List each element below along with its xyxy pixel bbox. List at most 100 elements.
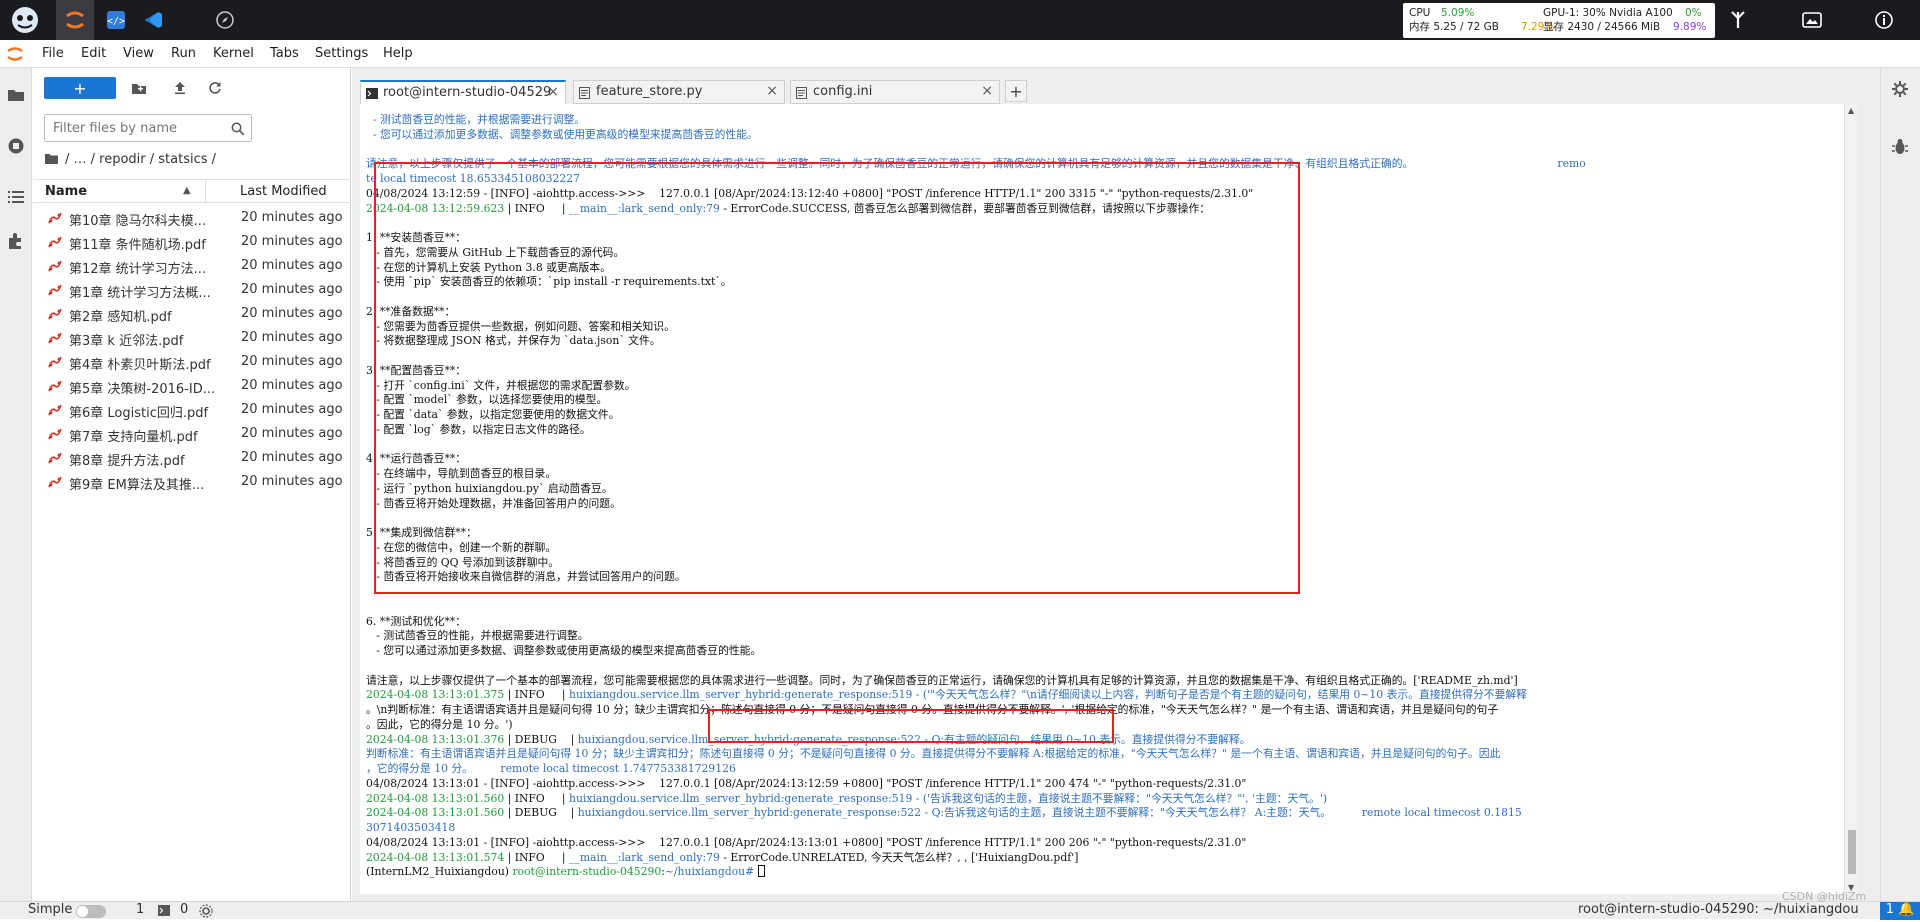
tab-label: config.ini xyxy=(813,84,873,99)
compass-icon[interactable] xyxy=(206,0,244,40)
terminal-line: (InternLM2_Huixiangdou) root@intern-stud… xyxy=(366,865,1846,880)
pdf-file-icon xyxy=(47,427,63,441)
menu-help[interactable]: Help xyxy=(383,46,413,61)
terminal-count: 1 xyxy=(136,902,145,917)
file-name: 第7章 支持向量机.pdf xyxy=(69,430,198,445)
terminal-line: 6. **测试和优化**： xyxy=(366,614,467,628)
terminal-line: 2024-04-08 13:13:01.560 | DEBUG | huixia… xyxy=(366,806,1522,820)
pdf-file-icon xyxy=(47,211,63,225)
terminal-line: 04/08/2024 13:13:01 - [INFO] -aiohttp.ac… xyxy=(366,835,1247,849)
kernel-gear-icon[interactable] xyxy=(199,904,213,922)
pdf-file-icon xyxy=(47,379,63,393)
terminal-line: 2024-04-08 13:13:01.574 | INFO | __main_… xyxy=(366,850,1079,864)
column-name-header[interactable]: Name xyxy=(45,184,87,199)
file-row[interactable]: 第4章 朴素贝叶斯法.pdf 20 minutes ago xyxy=(33,350,351,374)
cpu-value: 5.09% xyxy=(1441,7,1475,19)
extensions-icon[interactable] xyxy=(5,230,27,252)
terminal-line: ，它的得分是 10 分。 remote local timecost 1.747… xyxy=(366,762,736,775)
info-icon[interactable] xyxy=(1864,0,1904,40)
file-row[interactable]: 第8章 提升方法.pdf 20 minutes ago xyxy=(33,446,351,470)
notification-count[interactable]: 1 🔔 xyxy=(1880,902,1920,920)
breadcrumb-path[interactable]: / … / repodir / statsics / xyxy=(65,152,216,167)
terminal-line: - 您可以通过添加更多数据、调整参数或使用更高级的模型来提高茴香豆的性能。 xyxy=(366,127,758,141)
file-name: 第8章 提升方法.pdf xyxy=(69,454,185,469)
file-row[interactable]: 第12章 统计学习方法... 20 minutes ago xyxy=(33,254,351,278)
debugger-bug-icon[interactable] xyxy=(1891,138,1909,160)
fork-icon[interactable] xyxy=(1718,0,1758,40)
tab-config-ini[interactable]: config.ini × xyxy=(790,80,1000,104)
file-modified: 20 minutes ago xyxy=(241,282,343,297)
sort-up-icon: ▲ xyxy=(183,185,191,196)
pdf-file-icon xyxy=(47,451,63,465)
tab-terminal[interactable]: root@intern-studio-04529 × xyxy=(360,80,566,105)
file-row[interactable]: 第5章 决策树-2016-ID... 20 minutes ago xyxy=(33,374,351,398)
file-name: 第12章 统计学习方法... xyxy=(69,262,207,277)
intern-logo-icon[interactable] xyxy=(6,0,44,40)
file-row[interactable]: 第3章 k 近邻法.pdf 20 minutes ago xyxy=(33,326,351,350)
scrollbar-thumb[interactable] xyxy=(1848,830,1856,874)
refresh-icon[interactable] xyxy=(205,79,225,97)
file-modified: 20 minutes ago xyxy=(241,258,343,273)
pdf-file-icon xyxy=(47,403,63,417)
close-icon[interactable]: × xyxy=(547,84,559,100)
file-row[interactable]: 第9章 EM算法及其推... 20 minutes ago xyxy=(33,470,351,494)
running-kernels-icon[interactable] xyxy=(5,135,27,157)
upload-icon[interactable] xyxy=(170,79,190,97)
file-row[interactable]: 第2章 感知机.pdf 20 minutes ago xyxy=(33,302,351,326)
image-share-icon[interactable] xyxy=(1792,0,1832,40)
menu-edit[interactable]: Edit xyxy=(81,46,106,61)
vscode-web-icon[interactable]: </> xyxy=(97,0,135,40)
new-launcher-button[interactable]: + xyxy=(44,77,116,99)
column-modified-header[interactable]: Last Modified xyxy=(240,184,327,199)
file-text-icon xyxy=(796,87,807,103)
file-name: 第3章 k 近邻法.pdf xyxy=(69,334,184,349)
close-icon[interactable]: × xyxy=(766,83,778,99)
new-folder-icon[interactable] xyxy=(129,79,149,97)
file-row[interactable]: 第11章 条件随机场.pdf 20 minutes ago xyxy=(33,230,351,254)
file-name: 第6章 Logistic回归.pdf xyxy=(69,406,209,421)
kernel-count: 0 xyxy=(180,902,189,917)
close-icon[interactable]: × xyxy=(981,83,993,99)
file-filter-input[interactable] xyxy=(53,120,223,136)
terminal-scrollbar[interactable]: ▲ ▼ xyxy=(1844,104,1858,894)
folder-icon[interactable] xyxy=(5,84,27,106)
jupyter-app-icon[interactable] xyxy=(56,0,94,40)
tab-feature-store[interactable]: feature_store.py × xyxy=(573,80,785,104)
terminal-status-icon[interactable] xyxy=(158,905,170,920)
menu-settings[interactable]: Settings xyxy=(315,46,368,61)
add-tab-button[interactable]: + xyxy=(1005,80,1027,102)
menu-run[interactable]: Run xyxy=(171,46,196,61)
vscode-icon[interactable] xyxy=(135,0,173,40)
menu-file[interactable]: File xyxy=(42,46,64,61)
status-bar: Simple 1 0 root@intern-studio-045290: ~/… xyxy=(0,890,1920,922)
simple-mode-toggle[interactable] xyxy=(76,905,106,918)
terminal-output[interactable]: - 测试茴香豆的性能，并根据需要进行调整。 - 您可以通过添加更多数据、调整参数… xyxy=(360,104,1858,894)
file-modified: 20 minutes ago xyxy=(241,354,343,369)
table-of-contents-icon[interactable] xyxy=(5,186,27,208)
terminal-line: - 您可以通过添加更多数据、调整参数或使用更高级的模型来提高茴香豆的性能。 xyxy=(366,644,762,657)
file-row[interactable]: 第1章 统计学习方法概... 20 minutes ago xyxy=(33,278,351,302)
home-folder-icon[interactable] xyxy=(44,153,59,169)
terminal-line: 04/08/2024 13:13:01 - [INFO] -aiohttp.ac… xyxy=(366,776,1247,790)
file-row[interactable]: 第10章 隐马尔科夫模... 20 minutes ago xyxy=(33,206,351,230)
file-row[interactable]: 第7章 支持向量机.pdf 20 minutes ago xyxy=(33,422,351,446)
menu-kernel[interactable]: Kernel xyxy=(213,46,254,61)
tab-label: root@intern-studio-04529 xyxy=(383,85,552,100)
menu-bar: File Edit View Run Kernel Tabs Settings … xyxy=(0,40,1920,68)
file-modified: 20 minutes ago xyxy=(241,450,343,465)
file-modified: 20 minutes ago xyxy=(241,210,343,225)
cpu-label: CPU xyxy=(1409,7,1431,19)
resource-monitor: CPU 5.09% 内存 5.25 / 72 GB 7.29% GPU-1: 3… xyxy=(1403,3,1715,38)
menu-view[interactable]: View xyxy=(123,46,154,61)
scroll-up-icon[interactable]: ▲ xyxy=(1848,106,1854,115)
tab-bar: root@intern-studio-04529 × feature_store… xyxy=(360,76,1858,105)
menu-tabs[interactable]: Tabs xyxy=(270,46,299,61)
pdf-file-icon xyxy=(47,475,63,489)
jupyter-logo-icon xyxy=(6,45,24,67)
property-inspector-icon[interactable] xyxy=(1891,80,1909,102)
right-activity-bar xyxy=(1880,68,1920,901)
file-row[interactable]: 第6章 Logistic回归.pdf 20 minutes ago xyxy=(33,398,351,422)
main-dock-area: root@intern-studio-04529 × feature_store… xyxy=(352,68,1880,901)
